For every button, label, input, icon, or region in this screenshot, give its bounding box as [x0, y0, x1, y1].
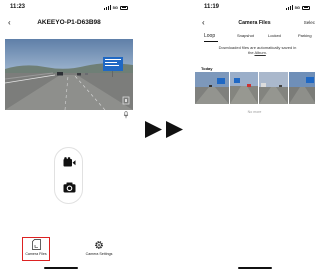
nav-bar: ‹ AKEEYO-P1-D63B98: [0, 17, 138, 29]
nav-bar: ‹ Camera Files Selec: [194, 17, 315, 29]
section-header-today: Today: [201, 66, 213, 71]
no-more-label: No more: [247, 110, 262, 114]
file-type-tabs: Loop Snapshot Locked Parking: [194, 33, 315, 45]
tab-locked[interactable]: Locked: [268, 33, 281, 38]
camera-files-highlight-box: [22, 237, 50, 261]
bottom-tab-bar: Camera Files Camera Settings: [0, 237, 138, 267]
network-type: 5G: [294, 5, 300, 10]
device-title: AKEEYO-P1-D63B98: [37, 19, 101, 26]
signal-icon: [285, 5, 293, 10]
thumbnail-image: [230, 72, 258, 104]
camera-files-screen: 11:19 5G ‹ Camera Files Selec Loop Snaps…: [194, 0, 315, 270]
signal-icon: [103, 5, 111, 10]
album-link[interactable]: Album: [254, 50, 265, 55]
status-bar: 11:19 5G: [194, 4, 315, 14]
select-button[interactable]: Selec: [304, 17, 315, 29]
home-indicator: [44, 267, 78, 269]
tab-camera-settings-label: Camera Settings: [85, 252, 113, 256]
thumbnail-image: [289, 72, 315, 104]
status-indicators: 5G: [285, 5, 310, 10]
camera-snapshot-icon[interactable]: [63, 182, 76, 193]
live-video-preview[interactable]: [5, 39, 133, 110]
highway-scene-image: [5, 39, 133, 110]
thumbnail-image: [195, 72, 229, 104]
tab-parking[interactable]: Parking: [298, 33, 312, 38]
video-thumbnail[interactable]: [195, 72, 229, 104]
download-info-text: Downloaded files are automatically saved…: [202, 45, 313, 55]
status-bar: 11:23 5G: [0, 4, 138, 14]
page-title: Camera Files: [238, 20, 271, 26]
info-text-suffix: .: [265, 50, 267, 55]
status-time: 11:23: [10, 4, 26, 10]
microphone-icon[interactable]: [123, 111, 129, 119]
video-thumbnail[interactable]: [230, 72, 258, 104]
home-indicator: [238, 267, 272, 269]
video-thumbnail[interactable]: [259, 72, 288, 104]
thumbnail-image: [259, 72, 288, 104]
status-time: 11:19: [204, 4, 220, 10]
tab-loop[interactable]: Loop: [204, 33, 215, 39]
video-thumbnail-grid: [194, 72, 315, 104]
tab-camera-settings[interactable]: Camera Settings: [79, 237, 119, 256]
tab-snapshot[interactable]: Snapshot: [237, 33, 254, 38]
double-arrow-right-icon: [145, 121, 183, 138]
status-indicators: 5G: [103, 5, 128, 10]
video-record-icon[interactable]: [63, 157, 76, 167]
battery-icon: [120, 5, 128, 10]
network-type: 5G: [112, 5, 118, 10]
gear-icon: [95, 241, 103, 249]
battery-icon: [302, 5, 310, 10]
video-thumbnail[interactable]: [289, 72, 315, 104]
info-text-prefix: the: [248, 50, 254, 55]
active-tab-indicator: [204, 41, 218, 42]
camera-home-screen: 11:23 5G ‹ AKEEYO-P1-D63B98 Camera Files…: [0, 0, 138, 270]
capture-controls: [54, 147, 83, 204]
